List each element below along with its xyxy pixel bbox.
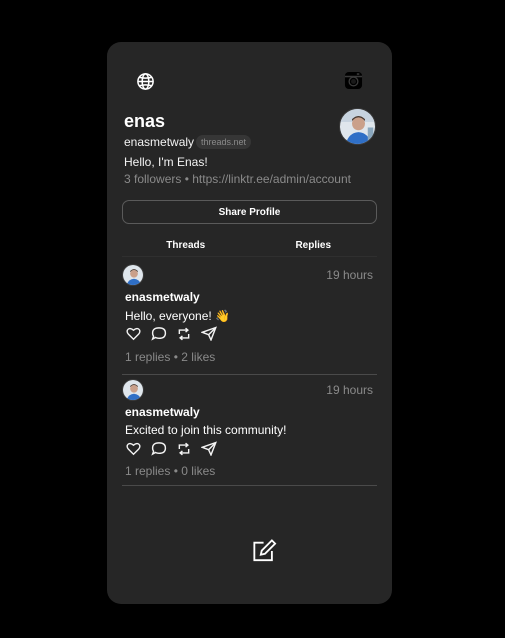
post-time: 19 hours — [326, 383, 373, 397]
profile-meta: 3 followers • https://linktr.ee/admin/ac… — [124, 172, 351, 186]
share-profile-button[interactable]: Share Profile — [122, 200, 377, 224]
tab-replies[interactable]: Replies — [250, 238, 378, 257]
profile-name: enas — [124, 111, 166, 131]
domain-badge[interactable]: threads.net — [196, 135, 252, 149]
profile-handle: enasmetwaly — [124, 135, 195, 149]
avatar[interactable] — [339, 108, 376, 145]
globe-icon[interactable] — [135, 71, 155, 91]
tabs-divider — [122, 256, 377, 257]
post-text: Excited to join this community! — [125, 423, 287, 437]
comment-icon[interactable] — [150, 326, 167, 341]
thread-post[interactable]: 19 hours enasmetwaly Hello, everyone! 👋 … — [122, 262, 377, 375]
handle-row: enasmetwaly threads.net — [124, 135, 252, 149]
post-stats: 1 replies • 0 likes — [125, 464, 216, 478]
thread-post[interactable]: 19 hours enasmetwaly Excited to join thi… — [122, 377, 377, 487]
post-text: Hello, everyone! 👋 — [125, 309, 230, 323]
post-stats: 1 replies • 2 likes — [125, 350, 216, 364]
heart-icon[interactable] — [125, 326, 142, 341]
profile-tabs: Threads Replies — [122, 238, 377, 257]
repost-icon[interactable] — [175, 441, 192, 456]
compose-icon[interactable] — [250, 538, 278, 564]
comment-icon[interactable] — [150, 441, 167, 456]
instagram-icon[interactable] — [343, 70, 363, 90]
profile-card: enas enasmetwaly threads.net Hello, I'm … — [107, 42, 392, 604]
post-avatar[interactable] — [122, 379, 144, 401]
send-icon[interactable] — [200, 326, 217, 341]
post-divider — [122, 374, 377, 375]
tab-threads[interactable]: Threads — [122, 238, 250, 257]
post-author[interactable]: enasmetwaly — [125, 290, 200, 304]
post-author[interactable]: enasmetwaly — [125, 405, 200, 419]
post-avatar[interactable] — [122, 264, 144, 286]
post-actions — [125, 441, 217, 456]
repost-icon[interactable] — [175, 326, 192, 341]
send-icon[interactable] — [200, 441, 217, 456]
heart-icon[interactable] — [125, 441, 142, 456]
profile-bio: Hello, I'm Enas! — [124, 155, 208, 169]
post-time: 19 hours — [326, 268, 373, 282]
post-actions — [125, 326, 217, 341]
post-divider — [122, 485, 377, 486]
